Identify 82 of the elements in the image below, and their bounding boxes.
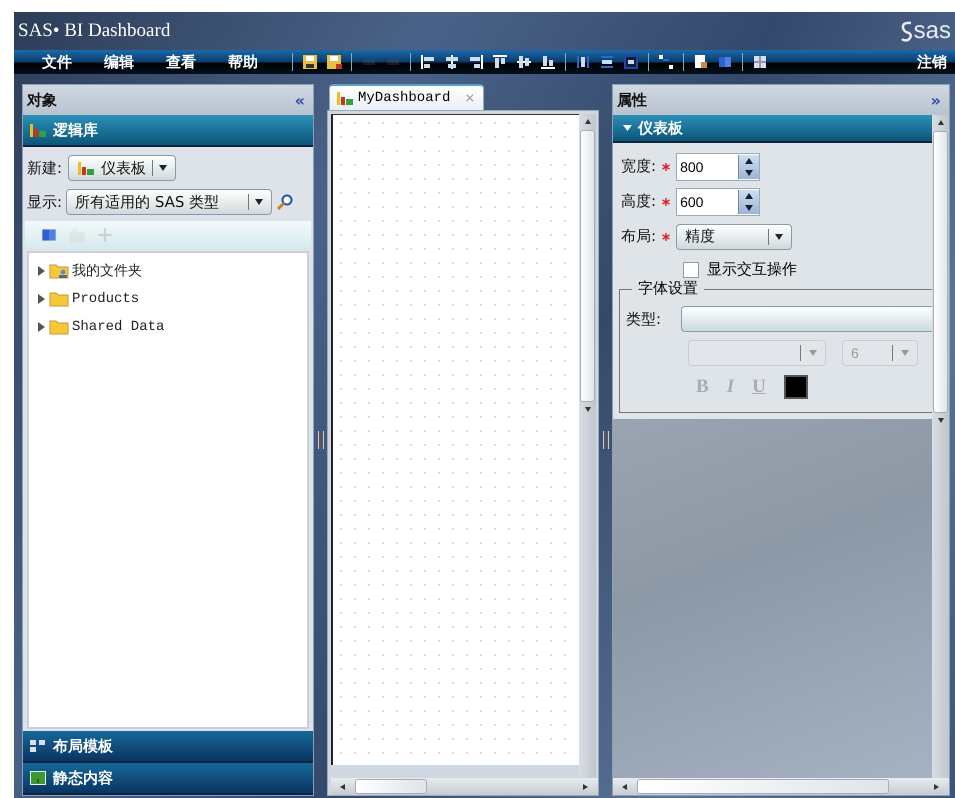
field-label: 新建:: [27, 158, 62, 178]
expand-arrow-icon[interactable]: [37, 294, 46, 304]
layout-grid-icon: [29, 738, 47, 754]
field-label: 高度:: [621, 192, 656, 211]
tree-picture-icon: [29, 770, 47, 786]
user-folder-icon: [49, 263, 69, 279]
scroll-right-arrow-icon[interactable]: [582, 782, 590, 790]
logout-link[interactable]: 注销: [917, 52, 947, 72]
scroll-up-arrow-icon[interactable]: [936, 119, 944, 127]
expand-arrow-icon[interactable]: [37, 266, 46, 276]
accordion-header[interactable]: 仪表板: [613, 115, 932, 143]
section-title: 布局模板: [53, 736, 113, 756]
checkbox-label: 显示交互操作: [707, 260, 797, 279]
panel-title: 对象: [27, 90, 57, 110]
caret-icon: [901, 350, 909, 356]
scroll-down-arrow-icon[interactable]: [936, 417, 944, 425]
accordion-header[interactable]: 静态内容: [23, 763, 313, 795]
tree-item[interactable]: 我的文件夹: [72, 262, 142, 280]
number-field[interactable]: 600: [676, 188, 760, 216]
scroll-left-arrow-icon[interactable]: [621, 782, 629, 790]
folder-icon: [49, 291, 69, 307]
splitter-handle[interactable]: [602, 431, 608, 449]
section-title: 仪表板: [638, 118, 683, 138]
align-right-icon[interactable]: [467, 53, 485, 71]
align-center-icon[interactable]: [443, 53, 461, 71]
dashboard-icon: [336, 90, 354, 106]
section-title: 逻辑库: [53, 120, 98, 140]
menu-item[interactable]: 文件: [42, 52, 72, 72]
number-field[interactable]: 800: [676, 152, 760, 180]
center-icon[interactable]: [622, 53, 640, 71]
folder-icon: [49, 319, 69, 335]
group-title: 字体设置: [632, 279, 704, 298]
floppy-pencil-icon[interactable]: [325, 53, 343, 71]
scroll-down-arrow-icon[interactable]: [584, 406, 592, 414]
menu-item[interactable]: 编辑: [104, 52, 134, 72]
field-label: 显示:: [27, 192, 62, 212]
checkbox[interactable]: [683, 262, 699, 278]
caret-icon: [775, 234, 784, 240]
caret-icon: [809, 350, 817, 356]
scroll-up-arrow-icon[interactable]: [584, 118, 592, 126]
expand-arrow-icon[interactable]: [37, 322, 46, 332]
panel-title: 属性: [617, 90, 647, 110]
logo-text: sas: [914, 17, 951, 45]
search-icon[interactable]: [276, 193, 294, 211]
connector-icon[interactable]: [657, 53, 675, 71]
window-title: SAS• BI Dashboard: [18, 20, 170, 42]
splitter-handle[interactable]: [318, 431, 324, 449]
section-title: 静态内容: [53, 768, 113, 788]
tree-item[interactable]: Shared Data: [72, 319, 164, 335]
accordion-header[interactable]: 逻辑库: [23, 115, 313, 147]
expand-button[interactable]: »: [930, 90, 941, 110]
vertical-scrollbar[interactable]: [579, 114, 596, 778]
align-top-icon[interactable]: [491, 53, 509, 71]
document-tab[interactable]: MyDashboard ×: [329, 84, 484, 110]
align-middle-icon[interactable]: [515, 53, 533, 71]
align-bottom-icon[interactable]: [539, 53, 557, 71]
caret-icon: [159, 165, 168, 171]
font-type-field[interactable]: [681, 306, 932, 332]
tree-item[interactable]: Products: [72, 291, 140, 307]
spacing-icon[interactable]: [598, 53, 616, 71]
caret-icon: [255, 199, 264, 205]
menu-item[interactable]: 帮助: [228, 52, 258, 72]
align-left-icon[interactable]: [419, 53, 437, 71]
scroll-right-arrow-icon[interactable]: [933, 782, 941, 790]
dashboard-icon: [29, 122, 47, 138]
vertical-scrollbar[interactable]: [932, 115, 949, 778]
scroll-left-arrow-icon[interactable]: [339, 782, 347, 790]
spacing-icon[interactable]: [574, 53, 592, 71]
field-label: 宽度:: [621, 157, 656, 176]
layout-dropdown[interactable]: 精度: [676, 224, 792, 250]
field-label: 类型:: [626, 310, 662, 328]
dashboard-icon: [77, 160, 96, 176]
horizontal-scrollbar[interactable]: [613, 778, 949, 795]
field-label: 布局:: [621, 227, 656, 246]
accordion-header[interactable]: 布局模板: [23, 731, 313, 763]
horizontal-scrollbar[interactable]: [331, 778, 598, 795]
caret-icon: [623, 125, 632, 131]
collapse-button[interactable]: «: [294, 90, 305, 110]
swirl-icon: [900, 20, 914, 42]
new-dashboard-button[interactable]: 仪表板: [68, 155, 176, 181]
menu-item[interactable]: 查看: [166, 52, 196, 72]
type-dropdown[interactable]: 所有适用的 SAS 类型: [66, 189, 272, 215]
